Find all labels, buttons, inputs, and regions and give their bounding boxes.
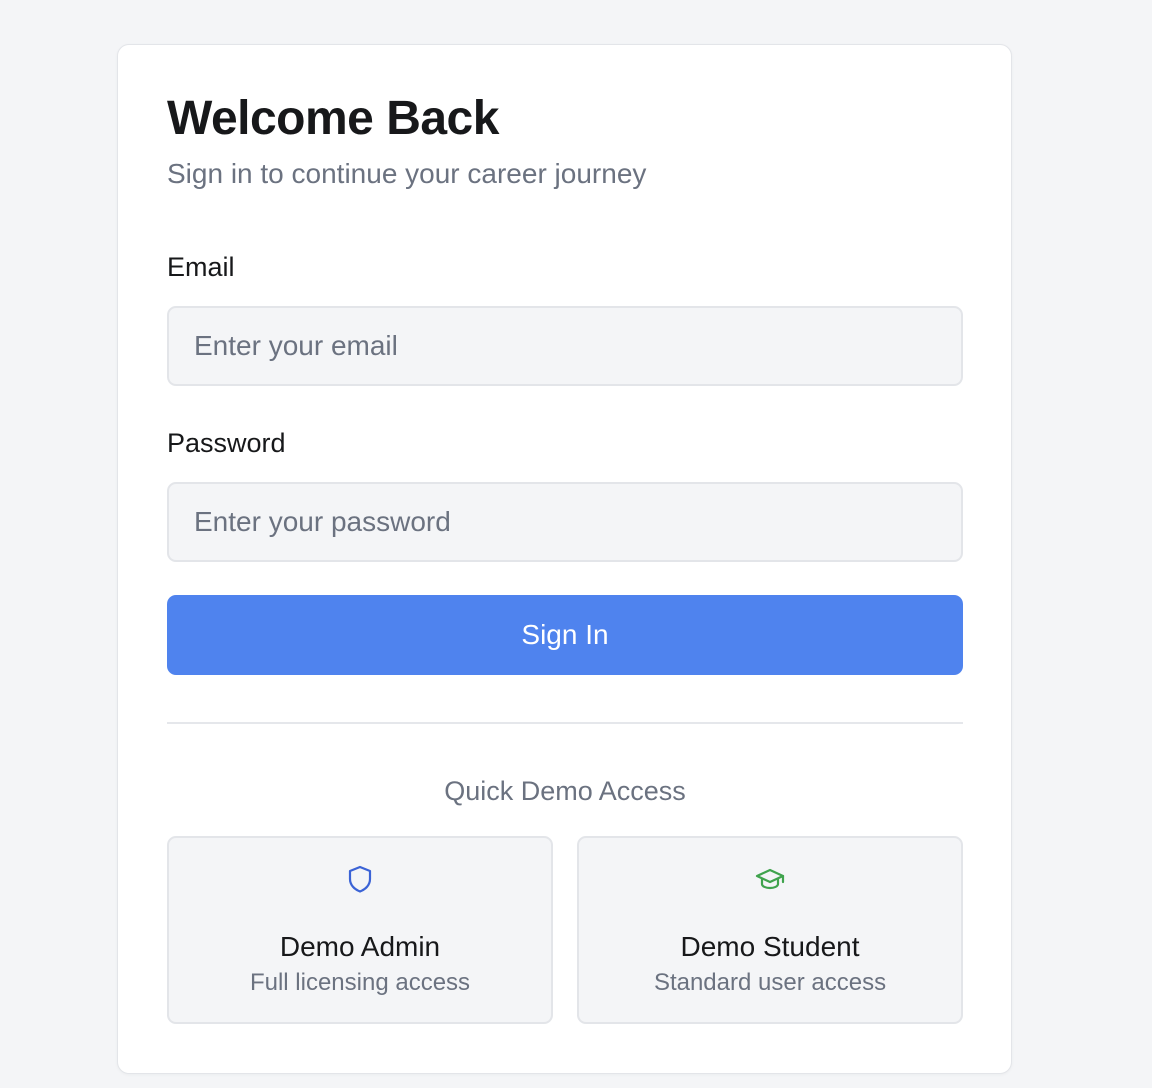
- demo-student-name: Demo Student: [680, 931, 860, 962]
- demo-admin-button[interactable]: Demo Admin Full licensing access: [167, 836, 553, 1024]
- sign-in-button[interactable]: Sign In: [167, 595, 963, 675]
- graduation-cap-icon: [755, 868, 785, 890]
- demo-student-button[interactable]: Demo Student Standard user access: [577, 836, 963, 1024]
- demo-student-description: Standard user access: [653, 969, 887, 996]
- demo-admin-description: Full licensing access: [249, 969, 471, 996]
- login-card: Welcome Back Sign in to continue your ca…: [117, 44, 1012, 1074]
- demo-admin-name: Demo Admin: [279, 931, 441, 962]
- password-label: Password: [167, 428, 286, 458]
- page-title: Welcome Back: [167, 92, 499, 145]
- shield-icon: [348, 865, 372, 893]
- email-field[interactable]: [167, 306, 963, 386]
- password-field[interactable]: [167, 482, 963, 562]
- demo-heading: Quick Demo Access: [444, 776, 686, 806]
- email-label: Email: [167, 252, 235, 282]
- page-subtitle: Sign in to continue your career journey: [167, 158, 647, 189]
- divider: [167, 722, 963, 724]
